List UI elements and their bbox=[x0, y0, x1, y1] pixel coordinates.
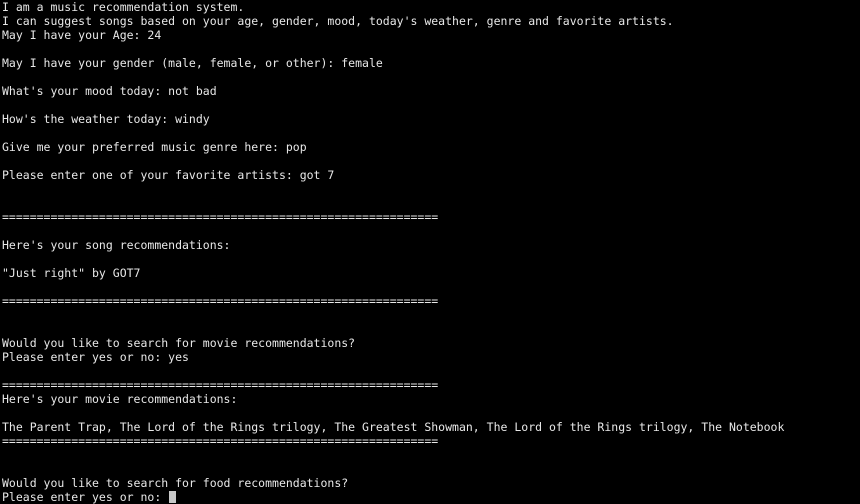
terminal-line: How's the weather today: windy bbox=[2, 112, 210, 126]
input-prompt-line[interactable]: Please enter yes or no: bbox=[2, 490, 860, 504]
terminal-line: ========================================… bbox=[2, 378, 439, 392]
terminal-line: May I have your Age: 24 bbox=[2, 28, 162, 42]
text-cursor[interactable] bbox=[169, 491, 177, 503]
terminal-line: Here's your movie recommendations: bbox=[2, 392, 238, 406]
terminal-line: ========================================… bbox=[2, 210, 439, 224]
terminal-line: I am a music recommendation system. bbox=[2, 0, 245, 14]
terminal-window[interactable]: I am a music recommendation system. I can… bbox=[0, 0, 860, 504]
terminal-line: ========================================… bbox=[2, 294, 439, 308]
terminal-line: "Just right" by GOT7 bbox=[2, 266, 141, 280]
terminal-line: ========================================… bbox=[2, 434, 439, 448]
terminal-line: What's your mood today: not bad bbox=[2, 84, 217, 98]
terminal-line: Please enter yes or no: yes bbox=[2, 350, 189, 364]
terminal-line: Please enter one of your favorite artist… bbox=[2, 168, 335, 182]
terminal-line: The Parent Trap, The Lord of the Rings t… bbox=[2, 420, 785, 434]
terminal-line: I can suggest songs based on your age, g… bbox=[2, 14, 674, 28]
terminal-output: I am a music recommendation system. I can… bbox=[2, 0, 860, 490]
input-prompt: Please enter yes or no: bbox=[2, 490, 169, 504]
terminal-line: Here's your song recommendations: bbox=[2, 238, 231, 252]
terminal-line: Give me your preferred music genre here:… bbox=[2, 140, 307, 154]
terminal-line: Would you like to search for movie recom… bbox=[2, 336, 356, 350]
terminal-line: May I have your gender (male, female, or… bbox=[2, 56, 383, 70]
terminal-line: Would you like to search for food recomm… bbox=[2, 476, 349, 490]
